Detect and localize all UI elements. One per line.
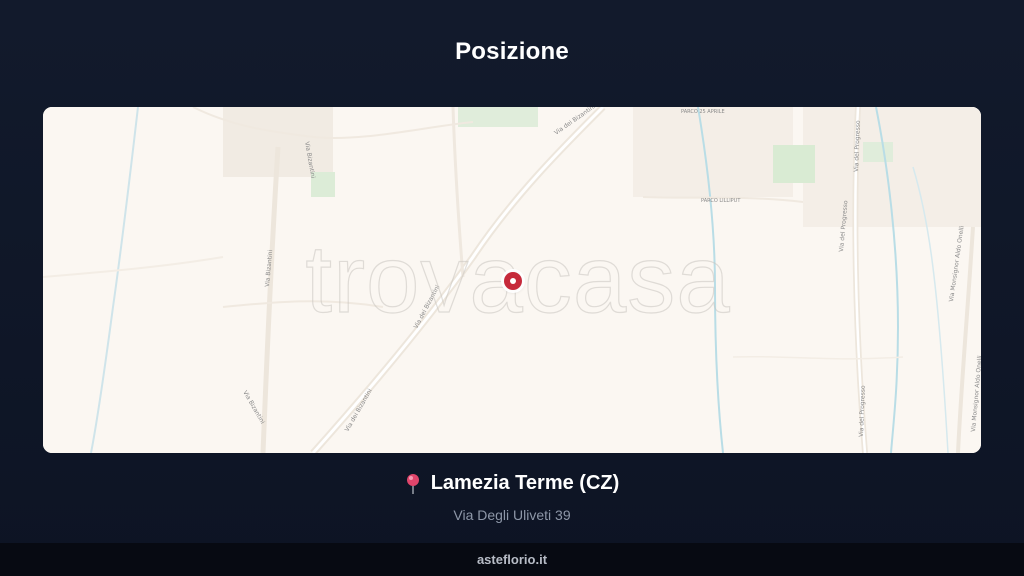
map-view[interactable]: Via dei Bizantini Via dei Bizantini Via …: [43, 107, 981, 453]
location-marker-icon[interactable]: [504, 272, 522, 290]
city-name: Lamezia Terme (CZ): [430, 472, 620, 494]
place-label: PARCO 25 APRILE: [681, 109, 725, 115]
footer-site-name: asteflorio.it: [0, 543, 1024, 576]
street-address: Via Degli Uliveti 39: [453, 506, 571, 523]
location-title: Lamezia Terme (CZ): [405, 472, 620, 495]
page-title: Posizione: [455, 38, 569, 65]
map-pin-icon: [405, 473, 421, 495]
location-info: Lamezia Terme (CZ) Via Degli Uliveti 39: [0, 472, 1024, 523]
place-label: PARCO LILLIPUT: [701, 198, 741, 204]
